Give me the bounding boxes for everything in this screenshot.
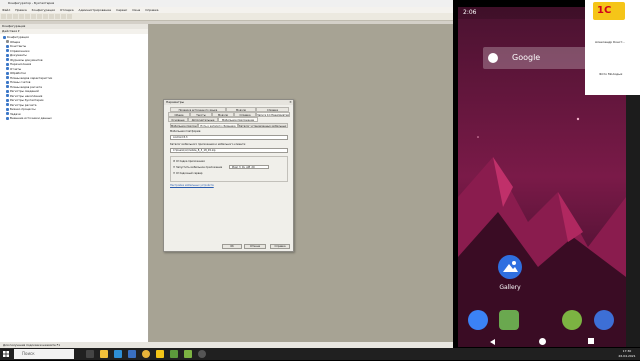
tree-item-icon	[6, 58, 9, 62]
gallery-glyph-icon	[503, 261, 518, 272]
check-debug-server-label: Отладочный сервер	[176, 172, 203, 175]
dialog-close-icon[interactable]: ✕	[288, 100, 293, 105]
emulator-taskbar-icon[interactable]	[184, 350, 192, 358]
platform-select[interactable]: Android 8.3	[170, 135, 288, 140]
subtab-installed-apps[interactable]: Каталог установленных мобильных приложен…	[238, 123, 288, 128]
configuration-tree-panel: Конфигурация Действия ▾ Конфигурация Общи…	[0, 24, 149, 342]
messages-app-icon[interactable]	[499, 310, 519, 330]
tree-item-icon	[6, 76, 9, 80]
check-debug[interactable]: ☑ Отладка приложения	[173, 160, 205, 163]
path-label: Каталог мобильного приложения и мобильно…	[170, 143, 246, 146]
taskbar	[0, 348, 640, 360]
windows-start-icon[interactable]	[0, 348, 12, 360]
debug-icon[interactable]	[55, 14, 60, 19]
tree-item-icon	[6, 40, 9, 44]
find-icon[interactable]	[49, 14, 54, 19]
tree-item-icon	[6, 44, 9, 48]
undo-icon[interactable]	[37, 14, 42, 19]
window-title: Конфигуратор - Бухгалтерия	[8, 1, 55, 5]
tree-list: Конфигурация Общие Константы Справочники Док…	[0, 34, 148, 121]
chrome-icon[interactable]	[142, 350, 150, 358]
ad-panel: 1С Александр Конст... Фото Молодых	[585, 0, 640, 95]
cancel-button[interactable]: Отмена	[244, 244, 266, 249]
tree-item[interactable]: Внешние источники данных	[3, 116, 148, 121]
run-icon[interactable]	[61, 14, 66, 19]
clock-date: 26.04.2021	[618, 353, 636, 358]
nav-back-icon[interactable]	[490, 339, 495, 345]
tree-item-icon	[6, 112, 9, 116]
tree-item-icon	[6, 94, 9, 98]
mobile-devices-link[interactable]: Настройка мобильных устройств	[170, 184, 214, 187]
redo-icon[interactable]	[43, 14, 48, 19]
tree-item-label: Внешние источники данных	[10, 116, 52, 120]
check-run-app-label: Запустить мобильное приложение	[176, 166, 223, 169]
device-select[interactable]: Pixel_3_XL_API_29	[229, 165, 269, 169]
gallery-app-icon[interactable]	[498, 255, 522, 279]
taskbar-search-input[interactable]: Поиск	[14, 349, 74, 359]
check-debug-label: Отладка приложения	[176, 160, 205, 163]
tab-extra[interactable]: Дополнительные	[188, 117, 218, 122]
ok-button[interactable]: OK	[222, 244, 242, 249]
tree-item-icon	[6, 49, 9, 53]
tab-mobile-app[interactable]: Мобильное приложение	[218, 117, 258, 122]
check-debug-server[interactable]: ☐ Отладочный сервер	[173, 172, 202, 175]
tree-item-icon	[6, 71, 9, 75]
gallery-app-label: Gallery	[499, 284, 521, 291]
version-label: Мобильная платформа:	[170, 130, 202, 133]
subtab-mobile-app[interactable]: Мобильное приложение	[170, 123, 198, 128]
configurator-window: Конфигуратор - Бухгалтерия Файл Правка К…	[0, 0, 453, 348]
taskbar-clock[interactable]: 17:30 26.04.2021	[614, 349, 640, 359]
1c-logo-text: 1С	[597, 5, 612, 16]
tree-item-icon	[6, 85, 9, 89]
tree-item-icon	[6, 89, 9, 93]
tree-item-icon	[6, 80, 9, 84]
google-g-icon	[488, 53, 498, 63]
dialog-title[interactable]: Параметры	[164, 100, 293, 105]
tab-main[interactable]: Основные	[168, 117, 188, 122]
path-input[interactable]: C:\Users\1c\mobile_8_3_18_45.zip	[170, 148, 288, 153]
camera-app-icon[interactable]	[594, 310, 614, 330]
edge-icon[interactable]	[114, 350, 122, 358]
tree-item-icon	[6, 116, 9, 120]
tree-item-icon	[6, 107, 9, 111]
android-app-icon[interactable]	[562, 310, 582, 330]
help-icon[interactable]	[67, 14, 72, 19]
cut-icon[interactable]	[19, 14, 24, 19]
nav-recents-icon[interactable]	[588, 338, 594, 344]
tree-item-icon	[6, 62, 9, 66]
new-icon[interactable]	[1, 14, 6, 19]
nav-home-icon[interactable]	[539, 338, 546, 345]
ad-name-2: Фото Молодых	[599, 72, 623, 76]
android-studio-icon[interactable]	[170, 350, 178, 358]
check-run-app[interactable]: ☐ Запустить мобильное приложение	[173, 166, 222, 169]
explorer-icon[interactable]	[100, 350, 108, 358]
save-icon[interactable]	[13, 14, 18, 19]
parameters-dialog: Параметры ✕ Проверка встроенного языка М…	[163, 99, 294, 252]
obs-icon[interactable]	[198, 350, 206, 358]
store-icon[interactable]	[128, 350, 136, 358]
taskbar-search-label: Поиск	[22, 351, 35, 356]
phone-app-icon[interactable]	[468, 310, 488, 330]
taskview-icon[interactable]	[86, 350, 94, 358]
options-group: ☑ Отладка приложения ☐ Запустить мобильн…	[170, 156, 288, 182]
google-search-label: Google	[512, 53, 541, 62]
paste-icon[interactable]	[31, 14, 36, 19]
subtab-builder-path[interactable]: Путь к каталогу сборщика	[198, 123, 238, 128]
tree-item-icon	[6, 67, 9, 71]
tab-launch[interactable]: Запуск 1С:Предприятия	[256, 112, 290, 117]
tree-item-icon	[3, 35, 6, 39]
help-button[interactable]: Справка	[270, 244, 290, 249]
google-search-bar[interactable]: Google	[483, 47, 599, 69]
tree-item-icon	[6, 53, 9, 57]
1c-taskbar-icon[interactable]	[156, 350, 164, 358]
tree-item-icon	[6, 98, 9, 102]
tree-item-icon	[6, 103, 9, 107]
open-icon[interactable]	[7, 14, 12, 19]
ad-name-1: Александр Конст...	[595, 40, 626, 44]
android-time: 2:06	[463, 9, 477, 16]
main-toolbar	[0, 13, 453, 21]
copy-icon[interactable]	[25, 14, 30, 19]
